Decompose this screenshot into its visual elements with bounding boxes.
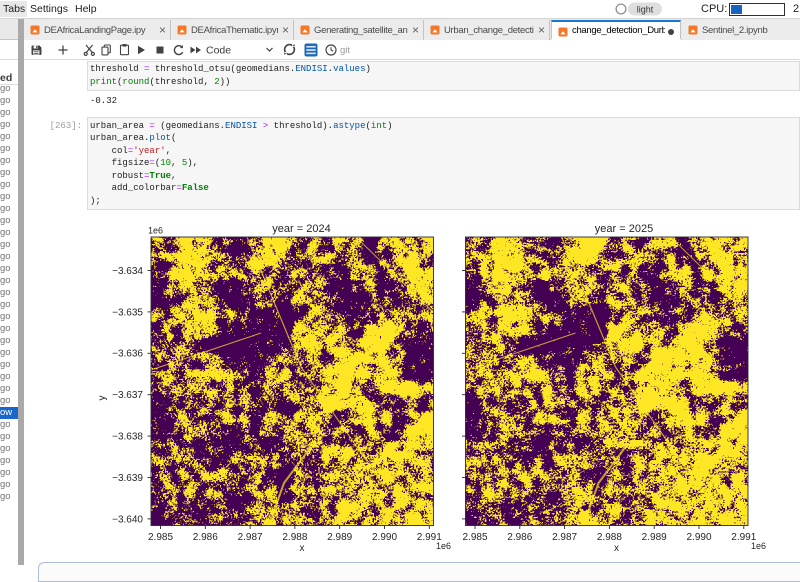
svg-text:x: x xyxy=(300,543,305,554)
svg-text:2.988: 2.988 xyxy=(597,532,622,543)
svg-text:−3.638: −3.638 xyxy=(112,432,143,443)
svg-text:2.986: 2.986 xyxy=(193,532,218,543)
svg-text:1e6: 1e6 xyxy=(436,541,451,551)
svg-text:2.986: 2.986 xyxy=(507,532,532,543)
svg-text:year = 2025: year = 2025 xyxy=(595,223,653,235)
svg-text:y: y xyxy=(97,396,108,401)
svg-text:−3.640: −3.640 xyxy=(112,514,143,525)
svg-text:−3.637: −3.637 xyxy=(112,390,143,401)
svg-text:git: git xyxy=(340,45,350,56)
svg-text:2.990: 2.990 xyxy=(372,532,397,543)
svg-text:Code: Code xyxy=(206,45,231,57)
svg-text:−3.635: −3.635 xyxy=(112,307,143,318)
svg-text:x: x xyxy=(614,543,619,554)
svg-text:2.985: 2.985 xyxy=(148,532,173,543)
svg-text:−3.636: −3.636 xyxy=(112,349,143,360)
svg-text:2.987: 2.987 xyxy=(238,532,263,543)
svg-text:1e6: 1e6 xyxy=(751,541,766,551)
svg-text:2.989: 2.989 xyxy=(642,532,667,543)
svg-text:2.987: 2.987 xyxy=(552,532,577,543)
svg-text:year = 2024: year = 2024 xyxy=(272,223,330,235)
svg-text:1e6: 1e6 xyxy=(148,226,163,236)
svg-text:2.990: 2.990 xyxy=(686,532,711,543)
svg-text:2.989: 2.989 xyxy=(327,532,352,543)
svg-text:light: light xyxy=(637,5,654,15)
svg-text:−3.634: −3.634 xyxy=(112,266,143,277)
svg-text:2.988: 2.988 xyxy=(282,532,307,543)
svg-text:2.985: 2.985 xyxy=(462,532,487,543)
svg-text:−3.639: −3.639 xyxy=(112,473,143,484)
